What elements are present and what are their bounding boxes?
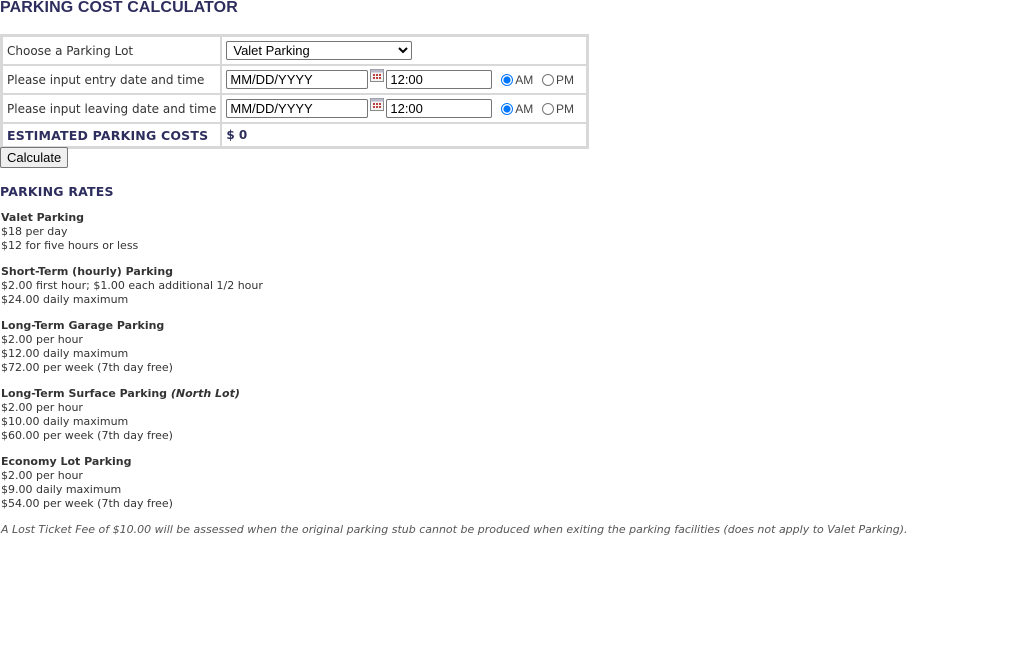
- leaving-am-label: AM: [515, 102, 534, 116]
- leaving-cell: AM PM: [221, 94, 588, 123]
- estimate-value: $ 0: [221, 123, 588, 147]
- entry-calendar-icon[interactable]: [370, 69, 385, 82]
- leaving-pm-label: PM: [556, 102, 575, 116]
- rate-title: Short-Term (hourly) Parking: [1, 265, 174, 278]
- calculator-form-table: Choose a Parking Lot Valet Parking Pleas…: [0, 34, 590, 149]
- entry-row: Please input entry date and time AM PM: [2, 65, 588, 94]
- rate-line: $60.00 per week (7th day free): [1, 429, 173, 442]
- entry-cell: AM PM: [221, 65, 588, 94]
- rate-line: $9.00 daily maximum: [1, 483, 122, 496]
- entry-am-label: AM: [515, 73, 534, 87]
- rate-valet: Valet Parking $18 per day $12 for five h…: [1, 211, 263, 253]
- rate-title-row: Long-Term Surface Parking (North Lot): [1, 387, 263, 401]
- estimate-row: ESTIMATED PARKING COSTS $ 0: [2, 123, 588, 147]
- rate-title: Long-Term Garage Parking: [1, 319, 165, 332]
- estimate-label: ESTIMATED PARKING COSTS: [2, 123, 222, 147]
- lot-row: Choose a Parking Lot Valet Parking: [2, 36, 588, 65]
- page-title: PARKING COST CALCULATOR: [0, 0, 238, 16]
- rate-line: $54.00 per week (7th day free): [1, 497, 173, 510]
- rate-long-term-surface: Long-Term Surface Parking (North Lot) $2…: [1, 387, 263, 443]
- rate-title: Economy Lot Parking: [1, 455, 132, 468]
- leaving-am-option[interactable]: AM: [498, 102, 533, 116]
- leaving-calendar-icon[interactable]: [370, 98, 385, 111]
- leaving-label: Please input leaving date and time: [2, 94, 222, 123]
- entry-pm-radio[interactable]: [542, 74, 555, 86]
- rates-heading: PARKING RATES: [0, 184, 114, 199]
- entry-time-input[interactable]: [386, 70, 493, 89]
- rate-line: $2.00 per hour: [1, 333, 83, 346]
- parking-lot-select[interactable]: Valet Parking: [226, 41, 413, 60]
- lot-label: Choose a Parking Lot: [2, 36, 222, 65]
- rate-title-note: (North Lot): [170, 387, 240, 400]
- rate-long-term-garage: Long-Term Garage Parking $2.00 per hour …: [1, 319, 263, 375]
- rate-line: $10.00 daily maximum: [1, 415, 129, 428]
- rate-line: $2.00 first hour; $1.00 each additional …: [1, 279, 263, 292]
- entry-date-input[interactable]: [226, 70, 369, 89]
- rates-list: Valet Parking $18 per day $12 for five h…: [1, 211, 263, 523]
- lost-ticket-note: A Lost Ticket Fee of $10.00 will be asse…: [1, 523, 908, 536]
- entry-pm-label: PM: [556, 73, 575, 87]
- rate-line: $2.00 per hour: [1, 469, 83, 482]
- rate-title: Valet Parking: [1, 211, 85, 224]
- rate-short-term: Short-Term (hourly) Parking $2.00 first …: [1, 265, 263, 307]
- leaving-am-radio[interactable]: [501, 103, 514, 115]
- rate-line: $12 for five hours or less: [1, 239, 139, 252]
- entry-pm-option[interactable]: PM: [539, 73, 574, 87]
- entry-label: Please input entry date and time: [2, 65, 222, 94]
- leaving-row: Please input leaving date and time AM PM: [2, 94, 588, 123]
- rate-line: $12.00 daily maximum: [1, 347, 129, 360]
- calculate-button[interactable]: Calculate: [0, 147, 69, 168]
- rate-economy: Economy Lot Parking $2.00 per hour $9.00…: [1, 455, 263, 511]
- leaving-time-input[interactable]: [386, 99, 493, 118]
- leaving-pm-option[interactable]: PM: [539, 102, 574, 116]
- rate-line: $72.00 per week (7th day free): [1, 361, 173, 374]
- rate-line: $24.00 daily maximum: [1, 293, 129, 306]
- entry-am-option[interactable]: AM: [498, 73, 533, 87]
- leaving-pm-radio[interactable]: [542, 103, 555, 115]
- entry-am-radio[interactable]: [501, 74, 514, 86]
- rate-line: $2.00 per hour: [1, 401, 83, 414]
- lot-cell: Valet Parking: [221, 36, 588, 65]
- rate-title: Long-Term Surface Parking: [1, 387, 168, 400]
- leaving-date-input[interactable]: [226, 99, 369, 118]
- rate-line: $18 per day: [1, 225, 68, 238]
